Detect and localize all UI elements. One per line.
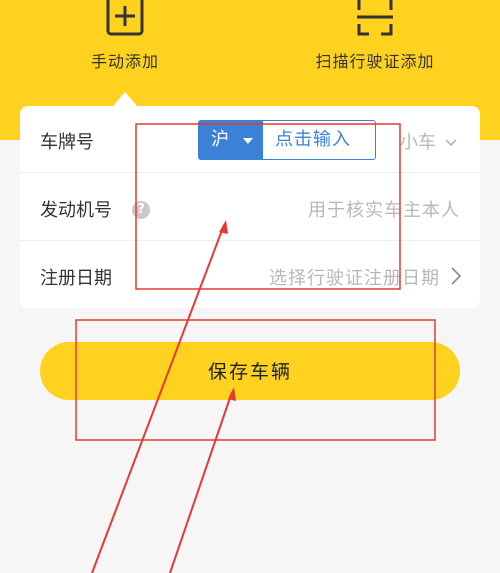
plate-input[interactable]: 沪 点击输入 bbox=[198, 120, 376, 160]
scan-icon bbox=[357, 0, 393, 36]
scan-add-tab[interactable]: 扫描行驶证添加 bbox=[300, 0, 450, 72]
help-icon[interactable]: ? bbox=[132, 201, 150, 219]
register-date-label: 注册日期 bbox=[40, 268, 112, 289]
manual-add-tab[interactable]: 手动添加 bbox=[80, 0, 170, 72]
plate-row: 车牌号 沪 点击输入 小车 bbox=[20, 106, 480, 173]
plate-placeholder: 点击输入 bbox=[275, 129, 351, 150]
engine-row: 发动机号 ? 用于核实车主本人 bbox=[20, 174, 480, 241]
annotation-arrow-save bbox=[169, 391, 233, 573]
vehicle-form: 车牌号 沪 点击输入 小车 发动机号 ? 用于核实车主本人 注册日期 选择行驶证… bbox=[20, 106, 480, 308]
plus-box-icon bbox=[106, 0, 144, 36]
plate-label: 车牌号 bbox=[40, 132, 94, 153]
tab-pointer bbox=[113, 92, 137, 106]
province-select[interactable]: 沪 bbox=[199, 121, 263, 159]
register-date-row[interactable]: 注册日期 选择行驶证注册日期 bbox=[20, 242, 480, 308]
caret-down-icon bbox=[243, 138, 253, 144]
save-vehicle-button[interactable]: 保存车辆 bbox=[40, 342, 460, 400]
chevron-right-icon bbox=[451, 267, 462, 285]
register-date-value: 选择行驶证注册日期 bbox=[269, 268, 440, 289]
car-type-select[interactable]: 小车 bbox=[400, 128, 457, 154]
chevron-down-icon bbox=[445, 139, 457, 147]
engine-label: 发动机号 bbox=[40, 200, 112, 221]
scan-add-label: 扫描行驶证添加 bbox=[315, 52, 435, 71]
manual-add-label: 手动添加 bbox=[90, 52, 159, 71]
engine-input[interactable]: 用于核实车主本人 bbox=[308, 196, 460, 222]
